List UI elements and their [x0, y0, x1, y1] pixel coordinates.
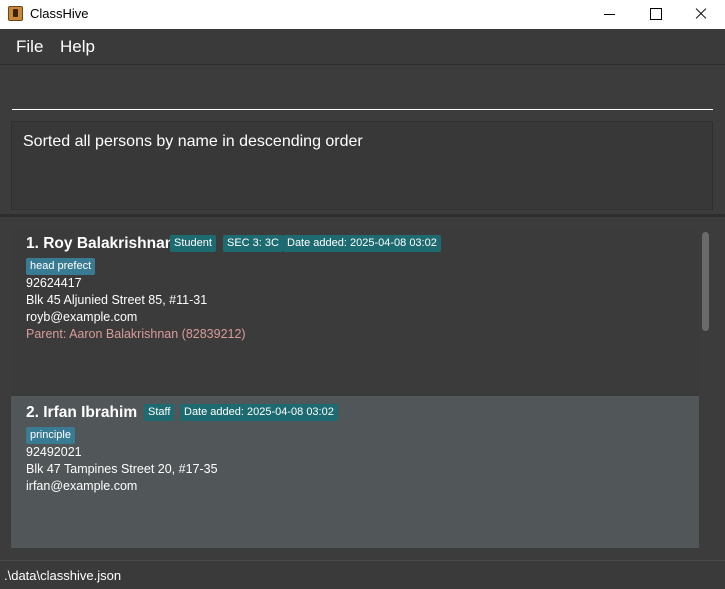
person-card[interactable]: 1. Roy Balakrishnan Student SEC 3: 3C Da…	[11, 227, 699, 397]
email-text: royb@example.com	[26, 310, 138, 324]
title-bar: ClassHive	[0, 0, 725, 29]
role-badge: Staff	[144, 404, 175, 421]
scrollbar-thumb[interactable]	[702, 232, 709, 331]
role-badge: Student	[170, 235, 216, 252]
address-text: Blk 47 Tampines Street 20, #17-35	[26, 462, 218, 476]
command-input[interactable]	[12, 88, 713, 110]
date-added-badge: Date added: 2025-04-08 03:02	[180, 404, 338, 421]
person-name: 2. Irfan Ibrahim	[26, 404, 138, 421]
minimize-icon[interactable]	[586, 0, 632, 29]
tag-label: principle	[26, 427, 75, 444]
email-text: irfan@example.com	[26, 479, 138, 493]
phone-text: 92624417	[26, 276, 82, 290]
class-badge: SEC 3: 3C	[223, 235, 283, 252]
person-name: 1. Roy Balakrishnan	[26, 235, 175, 252]
maximize-icon[interactable]	[632, 0, 678, 29]
phone-text: 92492021	[26, 445, 82, 459]
window-title: ClassHive	[30, 6, 89, 21]
parent-text: Parent: Aaron Balakrishnan (82839212)	[26, 327, 246, 341]
result-message: Sorted all persons by name in descending…	[23, 133, 363, 150]
address-text: Blk 45 Aljunied Street 85, #11-31	[26, 293, 208, 307]
scrollbar[interactable]	[699, 227, 713, 548]
person-list: 1. Roy Balakrishnan Student SEC 3: 3C Da…	[11, 227, 699, 548]
menu-help[interactable]: Help	[60, 37, 95, 57]
command-box	[0, 66, 725, 118]
date-added-badge: Date added: 2025-04-08 03:02	[283, 235, 441, 252]
close-icon[interactable]	[678, 0, 724, 29]
result-display: Sorted all persons by name in descending…	[11, 121, 713, 210]
tag-label: head prefect	[26, 258, 96, 275]
person-card-selected[interactable]: 2. Irfan Ibrahim Staff Date added: 2025-…	[11, 396, 699, 548]
status-bar: .\data\classhive.json	[0, 560, 725, 589]
menu-bar: File Help	[0, 29, 725, 65]
menu-file[interactable]: File	[16, 37, 43, 57]
save-location-text: .\data\classhive.json	[4, 568, 122, 583]
app-icon	[8, 6, 23, 21]
person-list-panel: 1. Roy Balakrishnan Student SEC 3: 3C Da…	[0, 217, 725, 560]
